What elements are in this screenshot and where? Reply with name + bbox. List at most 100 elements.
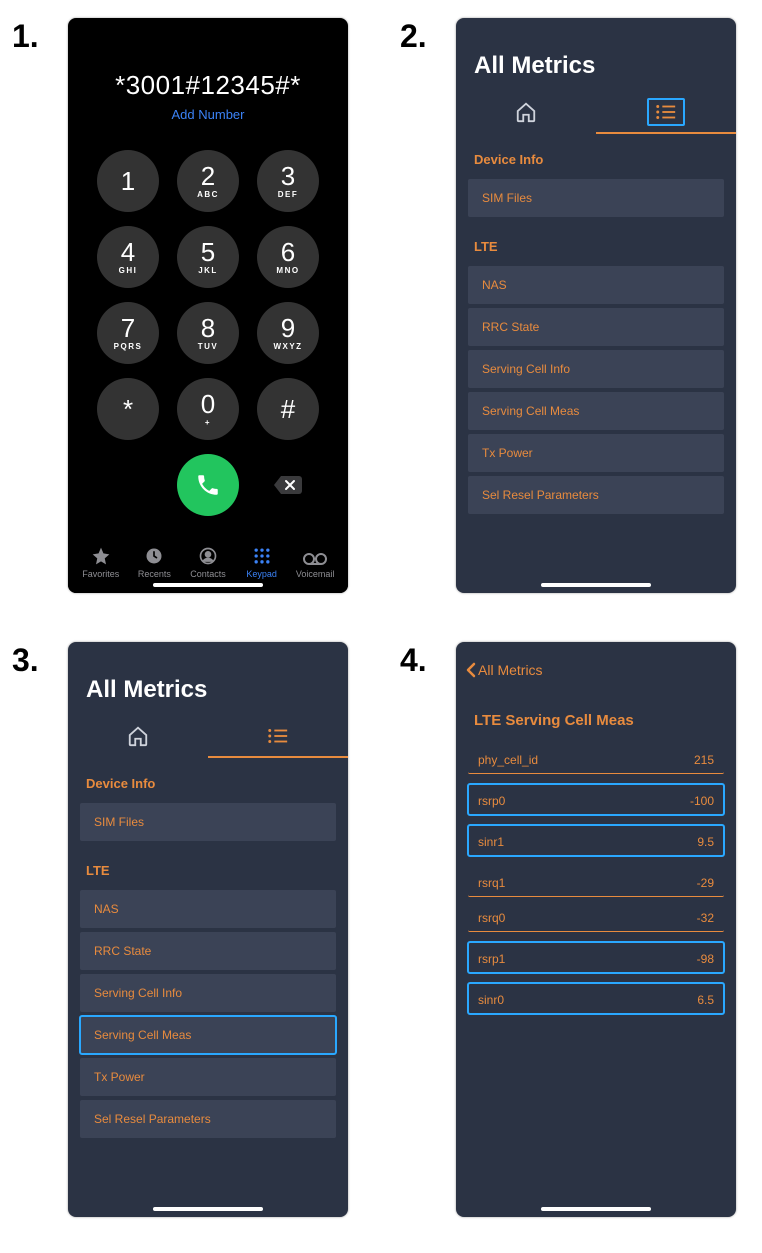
contacts-icon (198, 546, 218, 566)
list-icon (267, 728, 289, 744)
kv-row-sinr1: sinr19.5 (468, 825, 724, 856)
key-5[interactable]: 5JKL (177, 226, 239, 288)
kv-value: -32 (697, 911, 714, 925)
metric-item-nas[interactable]: NAS (468, 266, 724, 304)
key-digit: 5 (201, 239, 215, 265)
key-digit: 8 (201, 315, 215, 341)
step-label-4: 4. (400, 642, 427, 679)
metric-item-sim-files[interactable]: SIM Files (80, 803, 336, 841)
key-digit: 0 (201, 391, 215, 417)
kv-value: 215 (694, 753, 714, 767)
metric-item-nas[interactable]: NAS (80, 890, 336, 928)
chevron-left-icon (466, 662, 476, 678)
key-*[interactable]: * (97, 378, 159, 440)
detail-body: phy_cell_id215rsrp0-100sinr19.5rsrq1-29r… (456, 739, 736, 1024)
list-icon (655, 104, 677, 120)
key-letters: MNO (276, 266, 299, 275)
metric-item-serving-cell-meas[interactable]: Serving Cell Meas (468, 392, 724, 430)
key-3[interactable]: 3DEF (257, 150, 319, 212)
key-2[interactable]: 2ABC (177, 150, 239, 212)
key-9[interactable]: 9WXYZ (257, 302, 319, 364)
add-number-button[interactable]: Add Number (68, 107, 348, 122)
step-label-2: 2. (400, 18, 427, 55)
dial-display: *3001#12345#* Add Number (68, 18, 348, 122)
metric-item-serving-cell-meas[interactable]: Serving Cell Meas (80, 1016, 336, 1054)
tab-home[interactable] (68, 714, 208, 758)
tab-list[interactable] (596, 90, 736, 134)
section-heading: LTE (456, 221, 736, 262)
kv-key: rsrq0 (478, 911, 505, 925)
key-7[interactable]: 7PQRS (97, 302, 159, 364)
tab-voicemail[interactable]: Voicemail (288, 552, 342, 579)
key-4[interactable]: 4GHI (97, 226, 159, 288)
back-button[interactable]: All Metrics (456, 656, 736, 684)
key-#[interactable]: # (257, 378, 319, 440)
clock-icon (144, 546, 164, 566)
metric-item-rrc-state[interactable]: RRC State (80, 932, 336, 970)
section-heading: Device Info (68, 758, 348, 799)
home-indicator[interactable] (541, 1207, 651, 1211)
phone-all-metrics: All Metrics Device InfoSIM FilesLTENASRR… (456, 18, 736, 593)
tab-label: Keypad (246, 569, 277, 579)
kv-value: -98 (697, 952, 714, 966)
kv-row-rsrp1: rsrp1-98 (468, 942, 724, 973)
metric-item-serving-cell-info[interactable]: Serving Cell Info (468, 350, 724, 388)
key-digit: # (281, 396, 295, 422)
tab-contacts[interactable]: Contacts (181, 546, 235, 579)
keypad-icon (252, 546, 272, 566)
key-letters: WXYZ (273, 342, 302, 351)
phone-all-metrics-select: All Metrics Device InfoSIM FilesLTENASRR… (68, 642, 348, 1217)
tab-list[interactable] (208, 714, 348, 758)
home-indicator[interactable] (541, 583, 651, 587)
key-letters: ABC (197, 190, 219, 199)
key-digit: 6 (281, 239, 295, 265)
phone-serving-cell-meas: All Metrics LTE Serving Cell Meas phy_ce… (456, 642, 736, 1217)
step-label-1: 1. (12, 18, 39, 55)
tab-label: Contacts (190, 569, 226, 579)
tab-label: Favorites (82, 569, 119, 579)
keypad: 1 2ABC 3DEF 4GHI 5JKL 6MNO 7PQRS 8TUV 9WXYZ * 0+ # (97, 150, 319, 440)
kv-row-phy_cell_id: phy_cell_id215 (468, 743, 724, 774)
call-row (97, 454, 319, 516)
backspace-icon (273, 474, 303, 496)
home-icon (515, 101, 537, 123)
metric-item-sel-resel-parameters[interactable]: Sel Resel Parameters (80, 1100, 336, 1138)
page-title: All Metrics (456, 46, 736, 90)
key-letters: + (205, 418, 211, 427)
kv-key: sinr1 (478, 835, 504, 849)
kv-key: sinr0 (478, 993, 504, 1007)
home-indicator[interactable] (153, 583, 263, 587)
metric-item-serving-cell-info[interactable]: Serving Cell Info (80, 974, 336, 1012)
call-button[interactable] (177, 454, 239, 516)
top-tabs (456, 90, 736, 134)
key-6[interactable]: 6MNO (257, 226, 319, 288)
tab-favorites[interactable]: Favorites (74, 546, 128, 579)
star-icon (91, 546, 111, 566)
kv-key: rsrq1 (478, 876, 505, 890)
key-digit: 7 (121, 315, 135, 341)
metric-item-sim-files[interactable]: SIM Files (468, 179, 724, 217)
key-digit: 2 (201, 163, 215, 189)
tab-recents[interactable]: Recents (128, 546, 182, 579)
kv-row-rsrp0: rsrp0 -100 (468, 784, 724, 815)
delete-button[interactable] (257, 474, 319, 496)
kv-key: rsrp0 (478, 794, 505, 808)
metric-item-tx-power[interactable]: Tx Power (468, 434, 724, 472)
metric-item-tx-power[interactable]: Tx Power (80, 1058, 336, 1096)
tab-label: Recents (138, 569, 171, 579)
metric-item-sel-resel-parameters[interactable]: Sel Resel Parameters (468, 476, 724, 514)
metric-item-rrc-state[interactable]: RRC State (468, 308, 724, 346)
kv-value: -100 (690, 794, 714, 808)
key-8[interactable]: 8TUV (177, 302, 239, 364)
tab-home[interactable] (456, 90, 596, 134)
home-indicator[interactable] (153, 1207, 263, 1211)
kv-row-rsrq1: rsrq1-29 (468, 866, 724, 897)
phone-dialer: *3001#12345#* Add Number 1 2ABC 3DEF 4GHI 5J… (68, 18, 348, 593)
key-digit: 4 (121, 239, 135, 265)
key-letters: TUV (198, 342, 219, 351)
key-0[interactable]: 0+ (177, 378, 239, 440)
kv-value: 6.5 (697, 993, 714, 1007)
tab-keypad[interactable]: Keypad (235, 546, 289, 579)
key-1[interactable]: 1 (97, 150, 159, 212)
section-heading: LTE (68, 845, 348, 886)
